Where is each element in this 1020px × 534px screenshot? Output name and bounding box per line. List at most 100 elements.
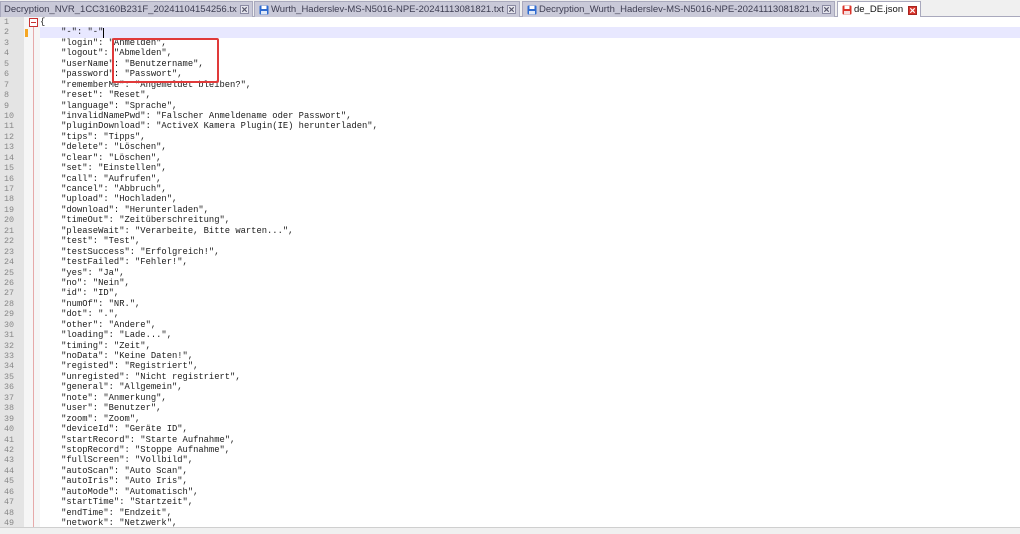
code-cell[interactable]: "network": "Netzwerk",	[40, 518, 1020, 527]
line-number[interactable]: 20	[0, 215, 24, 226]
fold-margin[interactable]	[24, 476, 40, 487]
editor-line[interactable]: 46 "autoMode": "Automatisch",	[0, 486, 1020, 498]
line-number[interactable]: 14	[0, 152, 24, 164]
fold-margin[interactable]	[24, 298, 40, 310]
editor-line[interactable]: 12 "tips": "Tipps",	[0, 131, 1020, 143]
line-number[interactable]: 33	[0, 351, 24, 362]
line-number[interactable]: 22	[0, 236, 24, 247]
editor-line[interactable]: 38 "user": "Benutzer",	[0, 403, 1020, 414]
code-cell[interactable]: "autoMode": "Automatisch",	[40, 487, 1020, 497]
code-cell[interactable]: "id": "ID",	[40, 288, 1020, 298]
code-cell[interactable]: "startTime": "Startzeit",	[40, 497, 1020, 507]
line-number[interactable]: 41	[0, 434, 24, 445]
editor-line[interactable]: 13 "delete": "Löschen",	[0, 142, 1020, 153]
line-number[interactable]: 10	[0, 110, 24, 122]
code-cell[interactable]: "stopRecord": "Stoppe Aufnahme",	[40, 445, 1020, 455]
code-cell[interactable]: "download": "Herunterladen",	[40, 205, 1020, 215]
fold-margin[interactable]	[24, 37, 40, 49]
code-cell[interactable]: "no": "Nein",	[40, 278, 1020, 288]
line-number[interactable]: 42	[0, 444, 24, 456]
editor-line[interactable]: 36 "general": "Allgemein",	[0, 382, 1020, 393]
fold-margin[interactable]	[24, 309, 40, 320]
fold-margin[interactable]	[24, 382, 40, 393]
line-number[interactable]: 2	[0, 27, 24, 38]
line-number[interactable]: 27	[0, 288, 24, 299]
line-number[interactable]: 48	[0, 507, 24, 518]
code-cell[interactable]: "cancel": "Abbruch",	[40, 184, 1020, 194]
code-cell[interactable]: "yes": "Ja",	[40, 268, 1020, 278]
editor-line[interactable]: 4 "logout": "Abmelden",	[0, 48, 1020, 59]
fold-margin[interactable]	[24, 215, 40, 226]
code-cell[interactable]: "timing": "Zeit",	[40, 341, 1020, 351]
tab-wurth-haderslev-txt[interactable]: Wurth_Haderslev-MS-N5016-NPE-20241113081…	[254, 1, 520, 17]
code-cell[interactable]: "reset": "Reset",	[40, 90, 1020, 100]
code-cell[interactable]: {	[40, 17, 1020, 27]
code-cell[interactable]: "-": "-"	[40, 27, 1020, 38]
line-number[interactable]: 47	[0, 497, 24, 508]
code-cell[interactable]: "timeOut": "Zeitüberschreitung",	[40, 215, 1020, 225]
line-number[interactable]: 7	[0, 79, 24, 91]
code-cell[interactable]: "test": "Test",	[40, 236, 1020, 246]
line-number[interactable]: 4	[0, 48, 24, 59]
code-cell[interactable]: "testSuccess": "Erfolgreich!",	[40, 247, 1020, 257]
fold-margin[interactable]	[24, 110, 40, 122]
line-number[interactable]: 37	[0, 392, 24, 404]
fold-margin[interactable]	[24, 486, 40, 498]
code-cell[interactable]: "rememberMe": "Angemeldet bleiben?",	[40, 80, 1020, 90]
fold-margin[interactable]	[24, 497, 40, 508]
line-number[interactable]: 9	[0, 100, 24, 111]
line-number[interactable]: 26	[0, 277, 24, 289]
line-number[interactable]: 30	[0, 319, 24, 331]
line-number[interactable]: 15	[0, 163, 24, 174]
editor-line[interactable]: 18 "upload": "Hochladen",	[0, 194, 1020, 205]
editor-line[interactable]: 44 "autoScan": "Auto Scan",	[0, 465, 1020, 477]
editor-line[interactable]: 16 "call": "Aufrufen",	[0, 173, 1020, 184]
line-number[interactable]: 39	[0, 413, 24, 425]
editor-line[interactable]: 20 "timeOut": "Zeitüberschreitung",	[0, 215, 1020, 226]
tab-de-de-json[interactable]: de_DE.json	[837, 1, 921, 18]
code-cell[interactable]: "delete": "Löschen",	[40, 142, 1020, 152]
line-number[interactable]: 32	[0, 340, 24, 351]
close-tab-icon[interactable]	[822, 5, 831, 14]
editor-line[interactable]: 42 "stopRecord": "Stoppe Aufnahme",	[0, 444, 1020, 456]
code-cell[interactable]: "zoom": "Zoom",	[40, 414, 1020, 424]
fold-margin[interactable]	[24, 173, 40, 184]
line-number[interactable]: 49	[0, 518, 24, 527]
line-number[interactable]: 31	[0, 330, 24, 341]
fold-margin[interactable]	[24, 288, 40, 299]
editor-line[interactable]: 10 "invalidNamePwd": "Falscher Anmeldena…	[0, 110, 1020, 122]
line-number[interactable]: 45	[0, 476, 24, 487]
fold-margin[interactable]	[24, 257, 40, 268]
fold-margin[interactable]	[24, 351, 40, 362]
fold-margin[interactable]	[24, 69, 40, 80]
editor-line[interactable]: 28 "numOf": "NR.",	[0, 298, 1020, 310]
fold-margin[interactable]	[24, 131, 40, 143]
line-number[interactable]: 44	[0, 465, 24, 477]
editor-line[interactable]: 31 "loading": "Lade...",	[0, 330, 1020, 341]
code-cell[interactable]: "autoScan": "Auto Scan",	[40, 466, 1020, 476]
fold-margin[interactable]	[24, 465, 40, 477]
line-number[interactable]: 28	[0, 298, 24, 310]
fold-margin[interactable]	[24, 340, 40, 351]
code-cell[interactable]: "pluginDownload": "ActiveX Kamera Plugin…	[40, 121, 1020, 131]
line-number[interactable]: 11	[0, 121, 24, 132]
editor-line[interactable]: 15 "set": "Einstellen",	[0, 163, 1020, 174]
fold-margin[interactable]	[24, 236, 40, 247]
line-number[interactable]: 23	[0, 246, 24, 258]
line-number[interactable]: 38	[0, 403, 24, 414]
code-cell[interactable]: "clear": "Löschen",	[40, 153, 1020, 163]
fold-margin[interactable]	[24, 424, 40, 435]
fold-margin[interactable]	[24, 194, 40, 205]
editor-line[interactable]: 25 "yes": "Ja",	[0, 267, 1020, 278]
line-number[interactable]: 8	[0, 90, 24, 101]
line-number[interactable]: 6	[0, 69, 24, 80]
fold-collapse-icon[interactable]	[29, 18, 38, 27]
code-cell[interactable]: "login": "Anmelden",	[40, 38, 1020, 48]
line-number[interactable]: 1	[0, 17, 24, 28]
line-number[interactable]: 5	[0, 58, 24, 70]
line-number[interactable]: 35	[0, 371, 24, 383]
fold-margin[interactable]	[24, 163, 40, 174]
fold-margin[interactable]	[24, 267, 40, 278]
code-cell[interactable]: "registed": "Registriert",	[40, 361, 1020, 371]
line-number[interactable]: 13	[0, 142, 24, 153]
